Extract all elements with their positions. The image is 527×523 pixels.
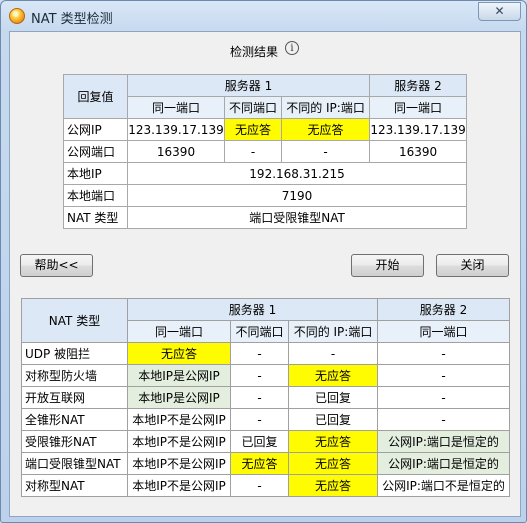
cell: - bbox=[280, 140, 371, 163]
cell: 本地IP是公网IP bbox=[127, 386, 231, 409]
start-button[interactable]: 开始 bbox=[351, 254, 424, 277]
cell: 公网IP:端口是恒定的 bbox=[377, 452, 511, 475]
row-label: 本地端口 bbox=[63, 184, 128, 207]
table-row: 对称型NAT 本地IP不是公网IP - 无应答 公网IP:端口不是恒定的 bbox=[21, 474, 511, 497]
window-title: NAT 类型检测 bbox=[31, 12, 113, 27]
row-label: 全锥形NAT bbox=[21, 408, 128, 431]
row-label: 开放互联网 bbox=[21, 386, 128, 409]
client-area: 检测结果 i 回复值 服务器 1 服务器 2 同一端口 不同端口 不同的 IP:… bbox=[9, 31, 521, 517]
row-label: 端口受限锥型NAT bbox=[21, 452, 128, 475]
info-icon[interactable]: i bbox=[285, 41, 299, 55]
header-same-port: 同一端口 bbox=[127, 96, 225, 119]
table-row: 本地IP 192.168.31.215 bbox=[63, 162, 468, 185]
cell: 本地IP不是公网IP bbox=[127, 474, 231, 497]
cell: 已回复 bbox=[287, 386, 379, 409]
header-server2: 服务器 2 bbox=[377, 298, 511, 321]
table-row: NAT 类型 端口受限锥型NAT bbox=[63, 206, 468, 229]
table-row: 本地端口 7190 bbox=[63, 184, 468, 207]
cell: 公网IP:端口是恒定的 bbox=[377, 430, 511, 453]
cell: 本地IP不是公网IP bbox=[127, 452, 231, 475]
cell: 本地IP是公网IP bbox=[127, 364, 231, 387]
cell: - bbox=[287, 342, 379, 365]
cell: 已回复 bbox=[230, 430, 289, 453]
reference-table: NAT 类型 服务器 1 服务器 2 同一端口 不同端口 不同的 IP:端口 同… bbox=[21, 298, 511, 497]
cell: - bbox=[377, 342, 511, 365]
cell: - bbox=[224, 140, 282, 163]
cell: 无应答 bbox=[280, 118, 371, 141]
table-row: 端口受限锥型NAT 本地IP不是公网IP 无应答 无应答 公网IP:端口是恒定的 bbox=[21, 452, 511, 475]
header-same-port-2: 同一端口 bbox=[377, 320, 511, 343]
header-diff-port: 不同端口 bbox=[230, 320, 289, 343]
row-label: 对称型防火墙 bbox=[21, 364, 128, 387]
cell: 无应答 bbox=[287, 364, 379, 387]
row-label: 公网端口 bbox=[63, 140, 128, 163]
header-server1: 服务器 1 bbox=[126, 74, 371, 97]
header-diff-port: 不同端口 bbox=[224, 96, 282, 119]
table-row: 开放互联网 本地IP是公网IP - 已回复 - bbox=[21, 386, 511, 409]
table-row: 受限锥形NAT 本地IP不是公网IP 已回复 无应答 公网IP:端口是恒定的 bbox=[21, 430, 511, 453]
nat-type-value: 端口受限锥型NAT bbox=[126, 206, 468, 229]
header-reply: 回复值 bbox=[63, 74, 128, 119]
cell: 无应答 bbox=[127, 342, 231, 365]
row-label: NAT 类型 bbox=[63, 206, 128, 229]
local-port-value: 7190 bbox=[126, 184, 468, 207]
cell: 已回复 bbox=[287, 408, 379, 431]
cell: 123.139.17.139 bbox=[369, 118, 468, 141]
close-button[interactable]: 关闭 bbox=[436, 254, 509, 277]
help-button[interactable]: 帮助<< bbox=[20, 254, 93, 277]
row-label: 公网IP bbox=[63, 118, 128, 141]
table-row: 公网端口 16390 - - 16390 bbox=[63, 140, 468, 163]
table-row: 全锥形NAT 本地IP不是公网IP - 已回复 - bbox=[21, 408, 511, 431]
header-same-port: 同一端口 bbox=[127, 320, 231, 343]
local-ip-value: 192.168.31.215 bbox=[126, 162, 468, 185]
header-same-port-2: 同一端口 bbox=[369, 96, 468, 119]
cell: - bbox=[377, 386, 511, 409]
cell: - bbox=[377, 408, 511, 431]
cell: - bbox=[377, 364, 511, 387]
title-bar[interactable]: NAT 类型检测 ✕ bbox=[1, 1, 526, 31]
table-row: UDP 被阻拦 无应答 - - - bbox=[21, 342, 511, 365]
header-diff-ip-port: 不同的 IP:端口 bbox=[280, 96, 371, 119]
row-label: 受限锥形NAT bbox=[21, 430, 128, 453]
cell: 16390 bbox=[369, 140, 468, 163]
cell: 本地IP不是公网IP bbox=[127, 408, 231, 431]
cell: - bbox=[230, 386, 289, 409]
cell: 无应答 bbox=[287, 474, 379, 497]
app-icon bbox=[9, 8, 25, 24]
table-row: 对称型防火墙 本地IP是公网IP - 无应答 - bbox=[21, 364, 511, 387]
cell: 无应答 bbox=[287, 452, 379, 475]
cell: - bbox=[230, 342, 289, 365]
header-server2: 服务器 2 bbox=[369, 74, 468, 97]
cell: 公网IP:端口不是恒定的 bbox=[377, 474, 511, 497]
row-label: UDP 被阻拦 bbox=[21, 342, 128, 365]
cell: - bbox=[230, 408, 289, 431]
nat-detect-window: NAT 类型检测 ✕ 检测结果 i 回复值 服务器 1 服务器 2 同一端口 不… bbox=[0, 0, 527, 523]
table-row: 公网IP 123.139.17.139 无应答 无应答 123.139.17.1… bbox=[63, 118, 468, 141]
cell: - bbox=[230, 474, 289, 497]
cell: 16390 bbox=[127, 140, 225, 163]
cell: - bbox=[230, 364, 289, 387]
close-window-button[interactable]: ✕ bbox=[478, 2, 521, 21]
result-title: 检测结果 bbox=[230, 45, 279, 59]
result-table: 回复值 服务器 1 服务器 2 同一端口 不同端口 不同的 IP:端口 同一端口… bbox=[63, 74, 468, 229]
header-diff-ip-port: 不同的 IP:端口 bbox=[287, 320, 379, 343]
cell: 无应答 bbox=[287, 430, 379, 453]
header-server1: 服务器 1 bbox=[126, 298, 379, 321]
cell: 无应答 bbox=[230, 452, 289, 475]
close-icon: ✕ bbox=[494, 4, 505, 18]
header-nat-type: NAT 类型 bbox=[21, 298, 128, 343]
row-label: 本地IP bbox=[63, 162, 128, 185]
row-label: 对称型NAT bbox=[21, 474, 128, 497]
cell: 本地IP不是公网IP bbox=[127, 430, 231, 453]
cell: 无应答 bbox=[224, 118, 282, 141]
cell: 123.139.17.139 bbox=[127, 118, 225, 141]
